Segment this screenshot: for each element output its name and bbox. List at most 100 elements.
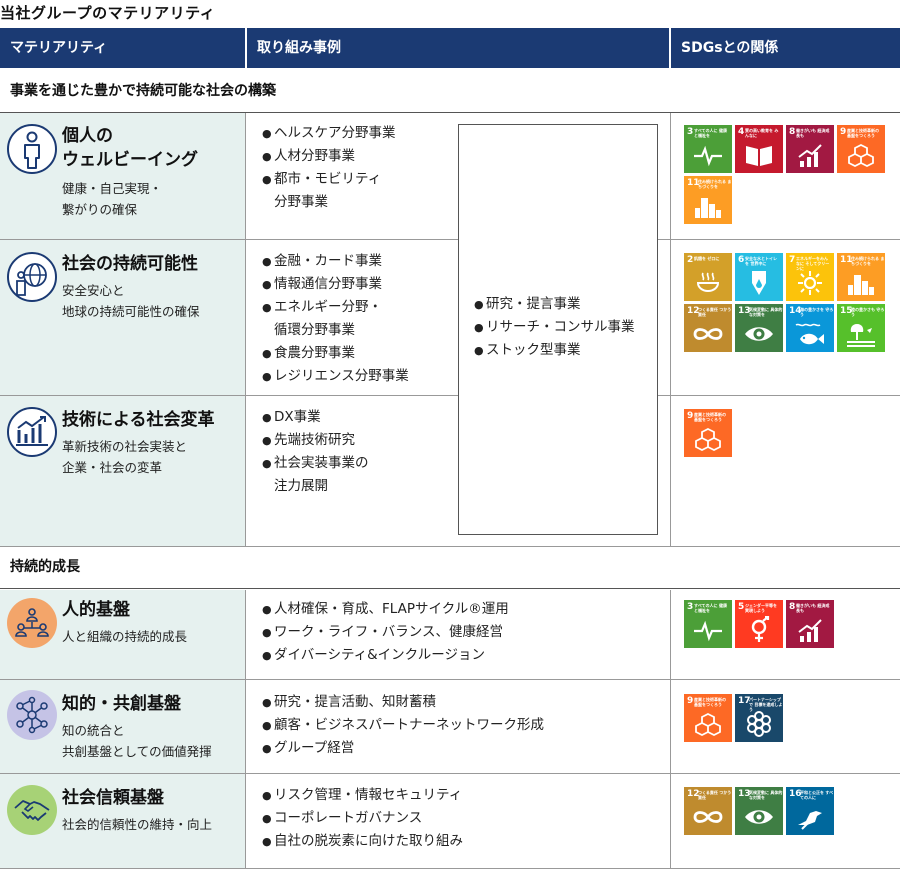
sdg-goal-13-icon: 13 気候変動に 具体的な対策を	[735, 304, 783, 352]
materiality-title: 人的基盤	[62, 600, 130, 620]
row-divider	[0, 679, 900, 680]
initiative-list: 研究・提言活動、知財蓄積 顧客・ビジネスパートナーネットワーク形成 グループ経営	[262, 691, 544, 760]
sdg-goal-17-icon: 17 パートナーシップで 目標を達成しよう	[735, 694, 783, 742]
sdg-goal-9-icon: 9 産業と技術革新の 基盤をつくろう	[684, 409, 732, 457]
initiative-item: 社会実装事業の 注力展開	[262, 452, 369, 498]
sdg-goal-caption: 産業と技術革新の 基盤をつくろう	[847, 128, 879, 138]
sdg-goal-12-icon: 12 つくる責任 つかう責任	[684, 304, 732, 352]
sdg-goal-number: 6	[738, 255, 745, 265]
materiality-title: 技術による社会変革	[62, 410, 215, 430]
sdg-goal-13-icon: 13 気候変動に 具体的な対策を	[735, 787, 783, 835]
initiative-list: 金融・カード事業 情報通信分野事業 エネルギー分野・ 循環分野事業 食農分野事業…	[262, 250, 409, 388]
initiative-list: 人材確保・育成、FLAPサイクル®運用 ワーク・ライフ・バランス、健康経営 ダイ…	[262, 598, 509, 667]
column-divider	[245, 113, 246, 546]
gender-icon	[751, 616, 770, 642]
infinity-icon	[693, 811, 723, 823]
sdg-goal-caption: 住み続けられる まちづくりを	[851, 256, 885, 266]
sdg-goal-number: 8	[789, 127, 796, 137]
row-divider	[0, 239, 900, 240]
section-heading-sustainable-society: 事業を通じた豊かで持続可能な社会の構築	[0, 70, 900, 113]
sdg-goal-caption: 産業と技術革新の 基盤をつくろう	[694, 412, 726, 422]
materiality-title: 個人の ウェルビーイング	[62, 126, 198, 170]
sdg-goal-14-icon: 14 海の豊かさを 守ろう	[786, 304, 834, 352]
sdg-goal-caption: 気候変動に 具体的な対策を	[749, 307, 783, 317]
bowl-icon	[696, 272, 720, 292]
materiality-description: 健康・自己実現・ 繋がりの確保	[62, 181, 163, 217]
initiative-list: ヘルスケア分野事業 人材分野事業 都市・モビリティ 分野事業	[262, 122, 396, 214]
sdg-goal-6-icon: 6 安全な水とトイレを 世界中に	[735, 253, 783, 301]
header-col2-label: 取り組み事例	[257, 40, 341, 56]
growth-chart-icon	[6, 406, 58, 458]
sdg-goal-number: 2	[687, 255, 694, 265]
sdg-goal-3-icon: 3 すべての人に 健康と福祉を	[684, 125, 732, 173]
initiative-item: 先端技術研究	[262, 429, 369, 452]
initiative-item: 情報通信分野事業	[262, 273, 409, 296]
tree-icon	[847, 324, 875, 347]
initiative-item: 人材分野事業	[262, 145, 396, 168]
header-col1-label: マテリアリティ	[10, 40, 108, 56]
column-divider	[670, 113, 671, 546]
initiative-list: リスク管理・情報セキュリティ コーポレートガバナンス 自社の脱炭素に向けた取り組…	[262, 784, 463, 853]
materiality-title: 知的・共創基盤	[62, 694, 181, 714]
initiative-item: グループ経営	[262, 737, 544, 760]
row-divider	[0, 395, 900, 396]
initiative-item: 研究・提言活動、知財蓄積	[262, 691, 544, 714]
materiality-description: 社会的信頼性の維持・向上	[62, 817, 213, 832]
sdg-goal-number: 9	[687, 696, 694, 706]
shared-initiative-item: リサーチ・コンサル事業	[474, 316, 635, 339]
initiative-item: 都市・モビリティ 分野事業	[262, 168, 396, 214]
sdg-goal-caption: 住み続けられる まちづくりを	[698, 179, 732, 189]
eye-globe-icon	[745, 327, 773, 341]
header-sdgs: SDGsとの関係	[671, 28, 900, 68]
sdg-goal-12-icon: 12 つくる責任 つかう責任	[684, 787, 732, 835]
sdg-goal-11-icon: 11 住み続けられる まちづくりを	[837, 253, 885, 301]
initiative-item: 金融・カード事業	[262, 250, 409, 273]
sdg-goal-9-icon: 9 産業と技術革新の 基盤をつくろう	[684, 694, 732, 742]
initiative-item: 顧客・ビジネスパートナーネットワーク形成	[262, 714, 544, 737]
initiative-item: コーポレートガバナンス	[262, 807, 463, 830]
sdg-goal-9-icon: 9 産業と技術革新の 基盤をつくろう	[837, 125, 885, 173]
row-divider	[0, 773, 900, 774]
sdg-goal-caption: 陸の豊かさも 守ろう	[851, 307, 885, 317]
sdg-goal-caption: 働きがいも 経済成長も	[796, 128, 830, 138]
header-col3-label: SDGsとの関係	[681, 40, 779, 56]
sdg-goal-caption: 質の高い教育を みんなに	[745, 128, 779, 138]
shared-initiative-item: 研究・提言事業	[474, 293, 635, 316]
materiality-title: 社会信頼基盤	[62, 788, 164, 808]
sdg-goal-3-icon: 3 すべての人に 健康と福祉を	[684, 600, 732, 648]
sdg-goal-caption: つくる責任 つかう責任	[698, 790, 732, 800]
sdg-goal-caption: すべての人に 健康と福祉を	[694, 128, 727, 138]
infinity-icon	[693, 328, 723, 340]
sdg-goal-number: 9	[840, 127, 847, 137]
initiative-item: 自社の脱炭素に向けた取り組み	[262, 830, 463, 853]
heartbeat-icon	[694, 620, 722, 642]
heartbeat-icon	[694, 145, 722, 167]
dove-icon	[798, 811, 822, 830]
fish-icon	[795, 323, 824, 345]
sdg-goal-caption: 平和と公正を すべての人に	[800, 790, 834, 800]
people-network-icon	[6, 597, 58, 649]
cubes-icon	[848, 143, 874, 168]
sdg-goal-number: 7	[789, 255, 796, 265]
header-materiality: マテリアリティ	[0, 28, 245, 68]
initiative-item: リスク管理・情報セキュリティ	[262, 784, 463, 807]
sdg-goal-4-icon: 4 質の高い教育を みんなに	[735, 125, 783, 173]
sdg-goal-caption: 安全な水とトイレを 世界中に	[745, 256, 777, 266]
initiative-item: ダイバーシティ&インクルージョン	[262, 644, 509, 667]
sdg-goal-caption: 産業と技術革新の 基盤をつくろう	[694, 697, 726, 707]
sdg-goal-7-icon: 7 エネルギーをみんなに そしてクリーンに	[786, 253, 834, 301]
materiality-description: 人と組織の持続的成長	[62, 629, 188, 644]
page-title: 当社グループのマテリアリティ	[0, 4, 216, 22]
materiality-title: 社会の持続可能性	[62, 254, 198, 274]
sdg-goal-caption: つくる責任 つかう責任	[698, 307, 732, 317]
network-nodes-icon	[6, 689, 58, 741]
materiality-description: 知の統合と 共創基盤としての価値発揮	[62, 723, 212, 759]
shared-initiative-item: ストック型事業	[474, 339, 635, 362]
initiative-item: 食農分野事業	[262, 342, 409, 365]
shared-initiative-list: 研究・提言事業 リサーチ・コンサル事業 ストック型事業	[474, 293, 635, 362]
sdg-goal-8-icon: 8 働きがいも 経済成長も	[786, 600, 834, 648]
column-divider	[670, 590, 671, 869]
buildings-icon	[695, 198, 721, 218]
materiality-description: 安全安心と 地球の持続可能性の確保	[62, 283, 200, 319]
header-initiatives: 取り組み事例	[247, 28, 669, 68]
